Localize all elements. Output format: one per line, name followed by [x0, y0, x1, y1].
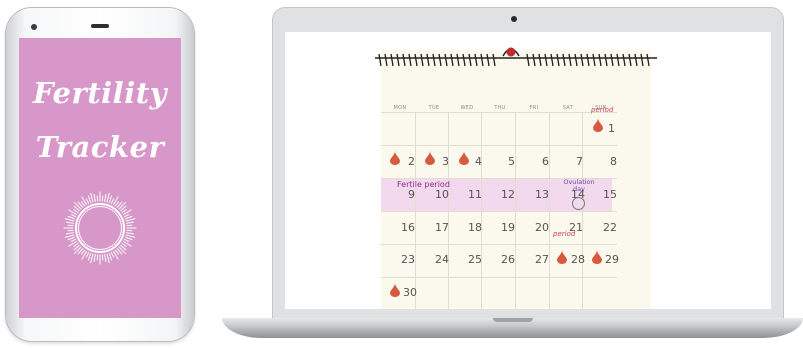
phone-camera-icon [31, 24, 37, 30]
period-drop-icon [425, 151, 435, 165]
day-13: 13 [535, 188, 549, 201]
day-8: 8 [610, 155, 617, 168]
day-7: 7 [576, 155, 583, 168]
period-drop-icon [592, 250, 602, 264]
day-15: 15 [603, 188, 617, 201]
day-20: 20 [535, 221, 549, 234]
laptop-screen: MON TUE WED THU FRI SAT SUN Fertile peri… [285, 32, 771, 309]
day-9: 9 [408, 188, 415, 201]
day-26: 26 [501, 253, 515, 266]
period-drop-icon [390, 151, 400, 165]
grid-row-line [381, 277, 617, 278]
laptop-mockup: MON TUE WED THU FRI SAT SUN Fertile peri… [273, 8, 783, 318]
day-27: 27 [535, 253, 549, 266]
laptop-camera-icon [511, 16, 517, 22]
period-drop-icon [593, 118, 603, 132]
app-title-line1: Fertility [33, 76, 167, 110]
period-drop-icon [459, 151, 469, 165]
wall-calendar: MON TUE WED THU FRI SAT SUN Fertile peri… [375, 47, 657, 309]
day-22: 22 [603, 221, 617, 234]
weekday-tue: TUE [428, 105, 440, 111]
weekday-sat: SAT [562, 105, 574, 111]
grid-row-line [381, 244, 617, 245]
day-5: 5 [508, 155, 515, 168]
weekday-wed: WED [460, 105, 474, 111]
day-17: 17 [435, 221, 449, 234]
day-11: 11 [468, 188, 482, 201]
day-24: 24 [435, 253, 449, 266]
day-25: 25 [468, 253, 482, 266]
calendar-spiral-binding-icon [375, 47, 657, 67]
weekday-mon: MON [393, 105, 407, 111]
day-18: 18 [468, 221, 482, 234]
phone-screen: Fertility Tracker [19, 38, 181, 318]
phone-speaker-icon [91, 24, 109, 28]
weekday-fri: FRI [529, 105, 539, 111]
sun-circle-logo-icon [63, 191, 137, 265]
day-10: 10 [435, 188, 449, 201]
smartphone-mockup: Fertility Tracker [6, 8, 194, 341]
period-drop-icon [390, 283, 400, 297]
day-21: 21 [569, 221, 583, 234]
period-drop-icon [557, 250, 567, 264]
day-6: 6 [542, 155, 549, 168]
grid-row-line [381, 145, 617, 146]
day-16: 16 [401, 221, 415, 234]
period-label-top: period [591, 106, 614, 114]
weekday-thu: THU [494, 105, 506, 111]
day-23: 23 [401, 253, 415, 266]
calendar-grid: MON TUE WED THU FRI SAT SUN Fertile peri… [381, 100, 651, 309]
grid-row-line [381, 211, 617, 212]
day-12: 12 [501, 188, 515, 201]
app-title-line2: Tracker [35, 130, 165, 164]
grid-row-line [381, 112, 617, 113]
laptop-base [222, 318, 803, 338]
day-14: 14 [571, 188, 585, 201]
day-19: 19 [501, 221, 515, 234]
laptop-opening-notch [493, 318, 533, 322]
